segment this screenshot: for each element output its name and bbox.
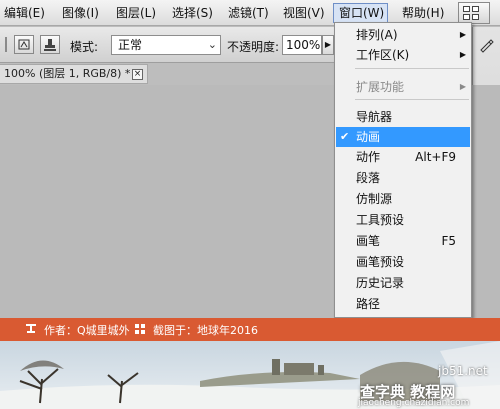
window-menu-item[interactable]: 扩展功能 ▶ bbox=[336, 77, 470, 97]
stamp-tool-icon[interactable] bbox=[40, 35, 60, 54]
menu-separator bbox=[355, 99, 469, 100]
checkmark-icon: ✔ bbox=[340, 130, 350, 143]
document-tab[interactable]: 100% (图层 1, RGB/8) * × bbox=[0, 64, 148, 84]
menu-window[interactable]: 窗口(W) bbox=[333, 3, 388, 23]
brush-icon[interactable] bbox=[478, 37, 494, 56]
author-banner: 作者：Q城里城外 截图于：地球年2016 bbox=[0, 318, 500, 341]
menu-filter[interactable]: 滤镜(T) bbox=[226, 4, 271, 22]
window-menu-item[interactable]: 路径 bbox=[336, 294, 470, 314]
author-icon bbox=[25, 323, 37, 335]
window-menu-item-label: 导航器 bbox=[356, 110, 393, 124]
window-menu-item[interactable]: 仿制源 bbox=[336, 189, 470, 209]
menu-separator bbox=[355, 68, 469, 69]
window-menu-item[interactable]: 段落 bbox=[336, 168, 470, 188]
menu-image[interactable]: 图像(I) bbox=[60, 4, 101, 22]
opacity-input[interactable]: 100% bbox=[282, 35, 322, 55]
menu-help[interactable]: 帮助(H) bbox=[400, 4, 446, 22]
window-menu-item-shortcut: Alt+F9 bbox=[415, 150, 456, 164]
mode-label: 模式: bbox=[70, 40, 99, 54]
window-menu-item[interactable]: 工作区(K) ▶ bbox=[336, 45, 470, 65]
window-menu-item[interactable]: 动作 Alt+F9 bbox=[336, 147, 470, 167]
screenshot-icon bbox=[134, 323, 146, 335]
opacity-slider-toggle-icon[interactable]: ▶ bbox=[322, 35, 334, 55]
window-menu-item-label: 画笔预设 bbox=[356, 255, 405, 269]
window-menu-item-label: 段落 bbox=[356, 171, 381, 185]
window-menu-item-label: 工作区(K) bbox=[356, 48, 410, 62]
arrange-documents-icon[interactable] bbox=[458, 2, 490, 24]
menu-layer[interactable]: 图层(L) bbox=[114, 4, 158, 22]
menu-select[interactable]: 选择(S) bbox=[170, 4, 215, 22]
window-menu-item-label: 扩展功能 bbox=[356, 80, 405, 94]
window-menu-item[interactable]: 画笔预设 bbox=[336, 252, 470, 272]
watermark-site: jb51.net bbox=[438, 364, 488, 378]
window-menu-item[interactable]: ✔ 动画 bbox=[336, 127, 470, 147]
submenu-arrow-icon: ▶ bbox=[459, 30, 466, 39]
mode-select[interactable]: 正常 ⌄ bbox=[111, 35, 221, 55]
window-menu-item-shortcut: F5 bbox=[441, 234, 456, 248]
window-menu-item[interactable]: 画笔 F5 bbox=[336, 231, 470, 251]
watermark-url: jiaocheng.chazidian.com bbox=[358, 398, 470, 408]
opacity-label: 不透明度: bbox=[227, 40, 280, 54]
window-menu-item-label: 排列(A) bbox=[356, 28, 398, 42]
window-menu-item-label: 动画 bbox=[356, 130, 381, 144]
window-menu-item[interactable]: 历史记录 bbox=[336, 273, 470, 293]
window-menu-item[interactable]: 工具预设 bbox=[336, 210, 470, 230]
submenu-arrow-icon: ▶ bbox=[459, 50, 466, 59]
author-text: 作者：Q城里城外 bbox=[44, 324, 130, 337]
window-menu-item-label: 工具预设 bbox=[356, 213, 405, 227]
window-menu-dropdown: 排列(A) ▶ 工作区(K) ▶ 扩展功能 ▶ 导航器 ✔ 动画动作 Alt+F9 段落仿制源工具预… bbox=[334, 22, 472, 318]
submenu-arrow-icon: ▶ bbox=[459, 82, 466, 91]
menu-view[interactable]: 视图(V) bbox=[281, 4, 327, 22]
menu-edit[interactable]: 编辑(E) bbox=[2, 4, 47, 22]
document-tab-title: 100% (图层 1, RGB/8) * bbox=[4, 67, 131, 80]
mode-value: 正常 bbox=[118, 38, 143, 52]
window-menu-item[interactable]: 导航器 bbox=[336, 107, 470, 127]
window-menu-item-label: 路径 bbox=[356, 297, 381, 311]
window-menu-item-label: 历史记录 bbox=[356, 276, 405, 290]
close-icon[interactable]: × bbox=[132, 69, 143, 80]
screenshot-text: 截图于：地球年2016 bbox=[153, 324, 258, 337]
chevron-down-icon: ⌄ bbox=[207, 38, 217, 51]
window-menu-item-label: 动作 bbox=[356, 150, 381, 164]
tool-preset-icon[interactable] bbox=[14, 35, 34, 54]
window-menu-item[interactable]: 排列(A) ▶ bbox=[336, 25, 470, 45]
window-menu-item-label: 仿制源 bbox=[356, 192, 393, 206]
window-menu-item-label: 画笔 bbox=[356, 234, 381, 248]
toolbar-grip-icon bbox=[4, 35, 10, 54]
